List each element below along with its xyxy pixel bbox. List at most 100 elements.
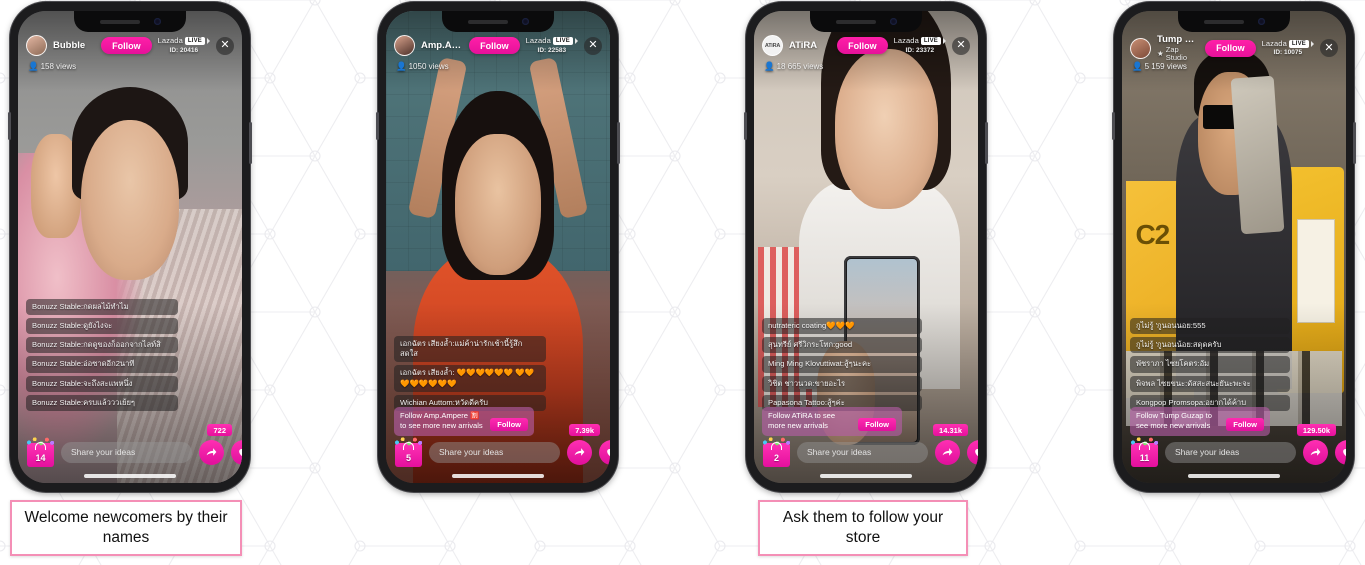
follow-prompt-button[interactable]: Follow xyxy=(858,418,896,431)
close-icon[interactable]: ✕ xyxy=(216,36,234,55)
store-name: Zap Studio xyxy=(1165,44,1188,62)
phone-mockup-1: Bubble Follow Lazada LIVE ID: 20416 ✕ 👤 … xyxy=(8,2,252,492)
phone-screen-3: ATiRA ATiRA Follow Lazada LIVE ID: 23372… xyxy=(754,11,978,483)
heart-icon[interactable] xyxy=(1335,439,1346,465)
chat-message: Bonuzz Stable:จะถึงสะแพหนึ่ง xyxy=(26,375,178,392)
viewer-count: 👤 5 159 views xyxy=(1132,61,1187,72)
viewer-count: 👤 18 665 views xyxy=(764,61,823,72)
share-arrow-icon[interactable] xyxy=(567,439,592,465)
stream-header-1: Bubble Follow Lazada LIVE ID: 20416 ✕ xyxy=(26,35,234,56)
chat-message: กูไม่รู้ 'กูนอนน้อย:สดุดครับ xyxy=(1130,337,1290,354)
chat-message: สุนทรีย์ ศรีวิกระโทก:good xyxy=(762,337,922,354)
live-overlay-3: ATiRA ATiRA Follow Lazada LIVE ID: 23372… xyxy=(754,11,978,483)
live-id: ID: 20416 xyxy=(169,46,199,54)
notch xyxy=(1178,11,1290,32)
follow-prompt-2[interactable]: Follow Amp.Ampere 🈹 to see more new arri… xyxy=(394,406,534,436)
brand-live-block: Lazada LIVE ID: 22583 xyxy=(525,35,578,54)
live-badge: LIVE xyxy=(553,37,573,46)
follow-button[interactable]: Follow xyxy=(837,37,888,54)
front-camera-icon xyxy=(153,18,161,25)
cart-count: 11 xyxy=(1139,453,1150,463)
caption-1: Welcome newcomers by their names xyxy=(10,500,242,556)
heart-icon[interactable] xyxy=(967,439,978,465)
follow-prompt-button[interactable]: Follow xyxy=(1226,418,1264,431)
notch xyxy=(442,11,554,32)
brand-label: Lazada xyxy=(893,35,919,45)
close-icon[interactable]: ✕ xyxy=(584,36,602,55)
close-icon[interactable]: ✕ xyxy=(1320,39,1338,58)
heart-icon[interactable] xyxy=(231,439,242,465)
follow-prompt-button[interactable]: Follow xyxy=(490,418,528,431)
follow-prompt-text: Follow Tump Guzap to see more new arriva… xyxy=(1136,410,1212,430)
chat-list-3[interactable]: nutrateric coating🧡🧡🧡 สุนทรีย์ ศรีวิกระโ… xyxy=(762,317,922,411)
phone-mockup-2: Amp.Ampere... Follow Lazada LIVE ID: 225… xyxy=(376,2,620,492)
chat-message: Bonuzz Stable:อ่อซาดอีก2นาที xyxy=(26,356,178,373)
viewer-count-label: 18 665 views xyxy=(776,62,824,71)
cart-count: 14 xyxy=(35,453,46,463)
chat-list-4[interactable]: กูไม่รู้ 'กูนอนนอย:555 กูไม่รู้ 'กูนอนน้… xyxy=(1130,317,1290,411)
avatar[interactable]: ATiRA xyxy=(762,35,783,56)
action-bar-2: 5 xyxy=(386,435,610,469)
avatar[interactable] xyxy=(1130,37,1151,59)
cart-button[interactable]: 14 xyxy=(26,437,55,467)
panel-3: ATiRA ATiRA Follow Lazada LIVE ID: 23372… xyxy=(736,0,996,492)
cart-button[interactable]: 2 xyxy=(762,437,791,467)
home-indicator xyxy=(820,474,912,478)
chat-message: Bonuzz Stable:กดผลไม้ทำไม xyxy=(26,298,178,315)
cart-button[interactable]: 11 xyxy=(1130,437,1159,467)
share-your-ideas-input[interactable] xyxy=(797,441,928,463)
live-badge: LIVE xyxy=(185,37,205,46)
heart-icon[interactable] xyxy=(599,439,610,465)
follow-button[interactable]: Follow xyxy=(1205,39,1256,57)
stream-header-4: Tump Guzap ★ Zap Studio Follow Lazada LI… xyxy=(1130,35,1338,62)
store-name-row: ★ Zap Studio xyxy=(1157,46,1199,62)
cart-button[interactable]: 5 xyxy=(394,437,423,467)
panel-4: C2 Tump Guzap xyxy=(1104,0,1364,492)
streamer-username: ATiRA xyxy=(789,40,818,51)
follow-prompt-4[interactable]: Follow Tump Guzap to see more new arriva… xyxy=(1130,406,1270,436)
store-icon: ★ xyxy=(1157,48,1164,58)
chat-message: Bonuzz Stable:กดดูของก็ออกจากไลท์สิ xyxy=(26,337,178,354)
chat-list-2[interactable]: เอกฉัตร เสียงล้ำ:แม่ค้าน่ารักเช้านี้รู้ส… xyxy=(394,335,546,411)
streamer-names: ATiRA xyxy=(789,41,831,51)
share-your-ideas-input[interactable] xyxy=(429,441,560,463)
home-indicator xyxy=(452,474,544,478)
avatar[interactable] xyxy=(26,35,47,56)
brand-live-block: Lazada LIVE ID: 23372 xyxy=(893,35,946,54)
follow-button[interactable]: Follow xyxy=(101,37,152,54)
live-overlay-2: Amp.Ampere... Follow Lazada LIVE ID: 225… xyxy=(386,11,610,483)
share-arrow-icon[interactable] xyxy=(199,439,224,465)
phone-mockup-4: C2 Tump Guzap xyxy=(1112,2,1356,492)
viewer-count-label: 1050 views xyxy=(408,62,449,71)
share-your-ideas-input[interactable] xyxy=(61,441,192,463)
chat-message: พัชราภา ไซยโคตร:อัม xyxy=(1130,356,1290,373)
streamer-names: Amp.Ampere... xyxy=(421,41,463,51)
chat-list-1[interactable]: Bonuzz Stable:กดผลไม้ทำไม Bonuzz Stable:… xyxy=(26,298,178,411)
live-id: ID: 22583 xyxy=(537,46,567,54)
follow-prompt-3[interactable]: Follow ATiRA to see more new arrivals Fo… xyxy=(762,406,902,436)
brand-label: Lazada xyxy=(157,35,183,45)
brand-live-block: Lazada LIVE ID: 20416 xyxy=(157,35,210,54)
follow-button[interactable]: Follow xyxy=(469,37,520,54)
viewer-count: 👤 1050 views xyxy=(396,61,449,72)
avatar[interactable] xyxy=(394,35,415,56)
close-icon[interactable]: ✕ xyxy=(952,36,970,55)
live-caret-icon xyxy=(943,38,946,45)
brand-label: Lazada xyxy=(1261,38,1287,48)
chat-message: กูไม่รู้ 'กูนอนนอย:555 xyxy=(1130,317,1290,334)
follow-prompt-text: Follow ATiRA to see more new arrivals xyxy=(768,410,836,430)
streamer-username: Amp.Ampere... xyxy=(421,40,463,51)
share-your-ideas-input[interactable] xyxy=(1165,441,1296,463)
phone-screen-1: Bubble Follow Lazada LIVE ID: 20416 ✕ 👤 … xyxy=(18,11,242,483)
brand-label: Lazada xyxy=(525,35,551,45)
person-icon: 👤 xyxy=(396,61,407,71)
earpiece-speaker xyxy=(1203,19,1244,24)
earpiece-speaker xyxy=(99,19,140,24)
phone-screen-4: C2 Tump Guzap xyxy=(1122,11,1346,483)
person-icon: 👤 xyxy=(764,61,775,71)
share-arrow-icon[interactable] xyxy=(1303,439,1328,465)
person-icon: 👤 xyxy=(28,61,39,71)
share-arrow-icon[interactable] xyxy=(935,439,960,465)
chat-message: วิชิต ชาวนวด:ขายอะไร xyxy=(762,375,922,392)
front-camera-icon xyxy=(1257,18,1265,25)
